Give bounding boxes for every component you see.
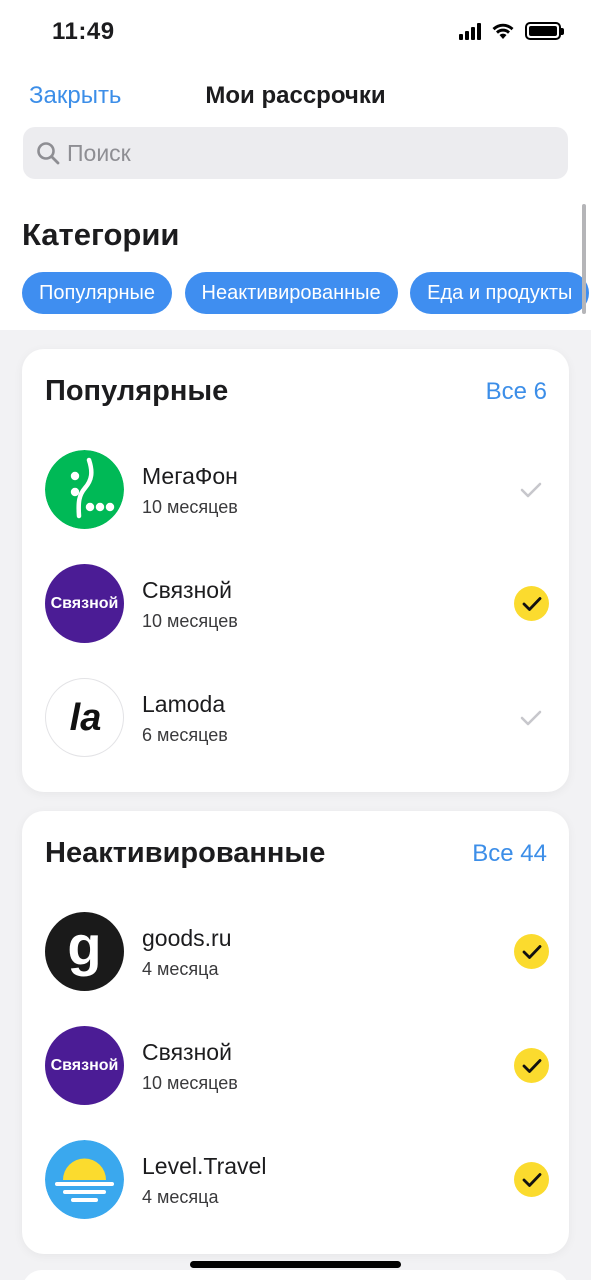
list-item[interactable]: МегаФон 10 месяцев <box>22 450 569 564</box>
section-title: Популярные <box>45 375 229 407</box>
merchant-name: Level.Travel <box>142 1153 267 1179</box>
see-all-link[interactable]: Все 6 <box>486 378 547 406</box>
installment-term: 4 месяца <box>142 959 219 979</box>
check-icon[interactable] <box>517 476 545 504</box>
check-icon[interactable] <box>517 704 545 732</box>
merchant-name: goods.ru <box>142 925 232 951</box>
goods-logo: g <box>45 912 124 991</box>
navigation-bar: Закрыть Мои рассрочки <box>0 74 591 118</box>
scrollbar[interactable] <box>582 204 586 314</box>
category-chip-food[interactable]: Еда и продукты <box>410 272 590 314</box>
checkmark-selected-icon[interactable] <box>514 1162 549 1197</box>
wifi-icon <box>492 23 514 39</box>
megafon-logo <box>45 450 124 529</box>
home-indicator[interactable] <box>190 1261 401 1268</box>
checkmark-selected-icon[interactable] <box>514 934 549 969</box>
search-bar[interactable] <box>23 127 568 179</box>
lamoda-logo-text: la <box>69 697 102 739</box>
installment-term: 10 месяцев <box>142 1073 238 1093</box>
categories-heading: Категории <box>22 217 180 252</box>
category-chip-inactive[interactable]: Неактивированные <box>184 272 398 314</box>
list-item[interactable]: g goods.ru 4 месяца <box>22 912 569 1026</box>
category-chips: Популярные Неактивированные Еда и продук… <box>22 272 591 316</box>
level-travel-logo <box>45 1140 124 1219</box>
checkmark-selected-icon[interactable] <box>514 586 549 621</box>
section-title: Неактивированные <box>45 837 326 869</box>
section-card-popular: Популярные Все 6 МегаФон 10 месяцев Связ… <box>22 349 569 792</box>
svyaznoy-logo-text: Связной <box>50 595 119 612</box>
category-chip-popular[interactable]: Популярные <box>22 272 173 314</box>
battery-icon <box>525 22 564 40</box>
status-time: 11:49 <box>52 18 115 45</box>
page-title: Мои рассрочки <box>205 82 386 109</box>
merchant-name: Lamoda <box>142 691 226 717</box>
list-item[interactable]: Level.Travel 4 месяца <box>22 1140 569 1254</box>
lamoda-logo: la <box>45 678 124 757</box>
svyaznoy-logo: Связной <box>45 564 124 643</box>
section-card-inactive: Неактивированные Все 44 g goods.ru 4 мес… <box>22 811 569 1254</box>
search-icon <box>37 142 60 165</box>
status-icons <box>459 22 564 40</box>
list-item[interactable]: Связной Связной 10 месяцев <box>22 564 569 678</box>
see-all-link[interactable]: Все 44 <box>472 840 547 868</box>
installment-term: 6 месяцев <box>142 725 228 745</box>
installment-term: 10 месяцев <box>142 611 238 631</box>
status-bar: 11:49 <box>0 0 591 64</box>
search-input[interactable] <box>67 139 547 167</box>
merchant-name: МегаФон <box>142 463 238 489</box>
checkmark-selected-icon[interactable] <box>514 1048 549 1083</box>
installment-term: 10 месяцев <box>142 497 238 517</box>
svyaznoy-logo: Связной <box>45 1026 124 1105</box>
svyaznoy-logo-text: Связной <box>50 1057 119 1074</box>
installment-term: 4 месяца <box>142 1187 219 1207</box>
list-item[interactable]: la Lamoda 6 месяцев <box>22 678 569 792</box>
goods-logo-text: g <box>67 914 102 977</box>
list-item[interactable]: Связной Связной 10 месяцев <box>22 1026 569 1140</box>
merchant-name: Связной <box>142 1039 232 1065</box>
merchant-name: Связной <box>142 577 232 603</box>
section-card-next <box>22 1270 569 1280</box>
cellular-signal-icon <box>459 22 481 40</box>
